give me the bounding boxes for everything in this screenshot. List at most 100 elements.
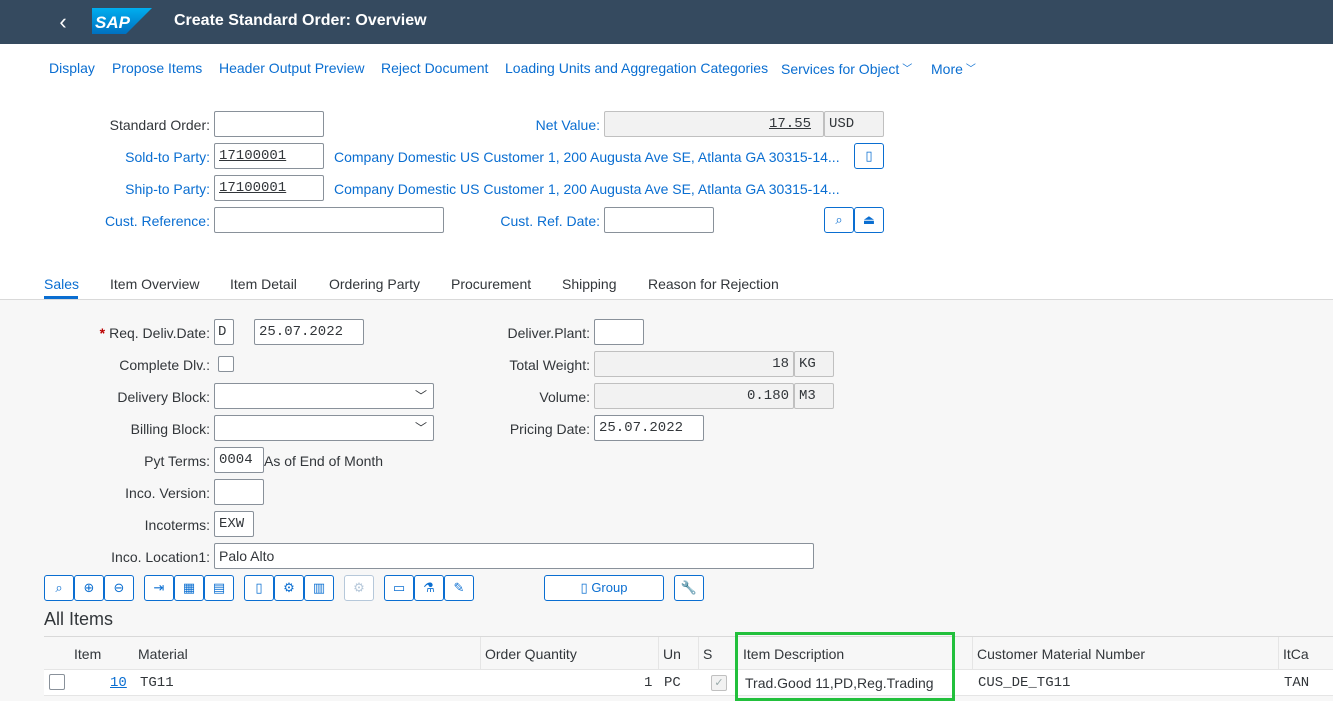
req-deliv-date-field[interactable]: 25.07.2022: [254, 319, 364, 345]
services-for-object-label: Services for Object: [781, 61, 900, 77]
back-button[interactable]: ‹: [48, 8, 78, 36]
item-conditions-button[interactable]: ▯: [244, 575, 274, 601]
quantity-cell[interactable]: 1: [644, 675, 652, 691]
tab-reason-for-rejection[interactable]: Reason for Rejection: [648, 276, 779, 292]
group-icon: ▯: [580, 580, 588, 595]
active-tab-indicator: [44, 296, 78, 299]
item-pricing-button[interactable]: ▥: [304, 575, 334, 601]
tab-bar: Sales Item Overview Item Detail Ordering…: [0, 266, 1333, 300]
column-header-customer-material-number[interactable]: Customer Material Number: [977, 646, 1145, 662]
indent-icon: ⇥: [153, 580, 165, 595]
currency-field: USD: [824, 111, 884, 137]
column-separator: [972, 637, 973, 671]
req-deliv-date-label: * Req. Deliv.Date:: [100, 325, 210, 341]
item-number[interactable]: 10: [110, 675, 127, 691]
sold-to-description: Company Domestic US Customer 1, 200 Augu…: [334, 149, 840, 165]
billing-block-select[interactable]: ﹀: [214, 415, 434, 441]
delete-item-button[interactable]: ⊖: [104, 575, 134, 601]
delivery-block-label: Delivery Block:: [117, 389, 210, 405]
column-header-itca[interactable]: ItCa: [1283, 646, 1309, 662]
item-details-button[interactable]: ⌕: [44, 575, 74, 601]
sold-to-label[interactable]: Sold-to Party:: [125, 149, 210, 165]
page-title: Create Standard Order: Overview: [174, 12, 427, 29]
item-structure-button[interactable]: ⚗: [414, 575, 444, 601]
address-button[interactable]: ▯: [854, 143, 884, 169]
grid-select-icon: ▦: [182, 580, 196, 595]
loading-units-button[interactable]: Loading Units and Aggregation Categories: [505, 60, 768, 76]
chevron-down-icon: ﹀: [902, 64, 913, 75]
row-select-checkbox[interactable]: [49, 674, 65, 690]
services-for-object-menu[interactable]: Services for Object ﹀: [781, 60, 912, 77]
total-weight-field: 18: [594, 351, 794, 377]
sold-to-field[interactable]: 17100001: [214, 143, 324, 169]
pricing-date-field[interactable]: 25.07.2022: [594, 415, 704, 441]
standard-order-field[interactable]: [214, 111, 324, 137]
pyt-terms-label: Pyt Terms:: [144, 453, 210, 469]
more-label: More: [931, 61, 963, 77]
deselect-all-button[interactable]: ▤: [204, 575, 234, 601]
cust-reference-label[interactable]: Cust. Reference:: [105, 213, 210, 229]
total-weight-unit: KG: [794, 351, 834, 377]
column-header-material[interactable]: Material: [138, 646, 188, 662]
settings-icon: ⚙: [283, 580, 295, 595]
cust-reference-field[interactable]: [214, 207, 444, 233]
header-search-button[interactable]: ⌕: [824, 207, 854, 233]
tab-sales[interactable]: Sales: [44, 276, 79, 292]
propose-items-button[interactable]: Propose Items: [112, 60, 202, 76]
material-cell[interactable]: TG11: [140, 675, 174, 691]
table-row[interactable]: 10 TG11 1 PC ✓ Trad.Good 11,PD,Reg.Tradi…: [44, 670, 1333, 696]
item-schedule-button[interactable]: ⚙: [274, 575, 304, 601]
more-menu[interactable]: More ﹀: [931, 60, 976, 77]
incoterms-label: Incoterms:: [144, 517, 210, 533]
cust-ref-date-label[interactable]: Cust. Ref. Date:: [500, 213, 600, 229]
net-value-label[interactable]: Net Value:: [536, 117, 600, 133]
ship-to-label[interactable]: Ship-to Party:: [125, 181, 210, 197]
item-text-button[interactable]: ✎: [444, 575, 474, 601]
req-deliv-type-field[interactable]: D: [214, 319, 234, 345]
group-button[interactable]: ▯ Group: [544, 575, 664, 601]
chevron-down-icon: ﹀: [965, 64, 976, 75]
customer-material-cell[interactable]: CUS_DE_TG11: [978, 675, 1070, 691]
tab-item-detail[interactable]: Item Detail: [230, 276, 297, 292]
status-checkbox: ✓: [711, 675, 727, 691]
tab-shipping[interactable]: Shipping: [562, 276, 617, 292]
required-marker: *: [99, 325, 106, 341]
tab-item-overview[interactable]: Item Overview: [110, 276, 199, 292]
incoterms-field[interactable]: EXW: [214, 511, 254, 537]
add-item-button[interactable]: ⊕: [74, 575, 104, 601]
inco-location-field[interactable]: Palo Alto: [214, 543, 814, 569]
column-separator: [1278, 637, 1279, 671]
unit-cell[interactable]: PC: [664, 675, 681, 691]
inco-location-label: Inco. Location1:: [111, 549, 210, 565]
itca-cell[interactable]: TAN: [1284, 675, 1309, 691]
ship-to-field[interactable]: 17100001: [214, 175, 324, 201]
item-display-button[interactable]: ▭: [384, 575, 414, 601]
column-header-order-quantity[interactable]: Order Quantity: [485, 646, 577, 662]
deliver-plant-field[interactable]: [594, 319, 644, 345]
screen-icon: ▭: [392, 580, 406, 595]
select-all-button[interactable]: ▦: [174, 575, 204, 601]
chevron-down-icon: ﹀: [414, 389, 427, 403]
display-button[interactable]: Display: [49, 60, 95, 76]
tab-ordering-party[interactable]: Ordering Party: [329, 276, 420, 292]
sap-logo: SAP: [92, 8, 152, 34]
column-header-s[interactable]: S: [703, 646, 712, 662]
cust-ref-date-field[interactable]: [604, 207, 714, 233]
header-stamp-button[interactable]: ⏏: [854, 207, 884, 233]
inco-version-field[interactable]: [214, 479, 264, 505]
column-header-unit[interactable]: Un: [663, 646, 681, 662]
search-document-icon: ⌕: [835, 212, 843, 227]
column-header-item[interactable]: Item: [74, 646, 101, 662]
pyt-terms-field[interactable]: 0004: [214, 447, 264, 473]
tab-procurement[interactable]: Procurement: [451, 276, 531, 292]
inco-version-label: Inco. Version:: [125, 485, 210, 501]
document-icon: ▯: [255, 580, 263, 595]
complete-dlv-checkbox[interactable]: [218, 356, 234, 372]
header-output-preview-button[interactable]: Header Output Preview: [219, 60, 365, 76]
add-icon: ⊕: [83, 580, 95, 595]
ship-to-description: Company Domestic US Customer 1, 200 Augu…: [334, 181, 840, 197]
reject-document-button[interactable]: Reject Document: [381, 60, 488, 76]
delivery-block-select[interactable]: ﹀: [214, 383, 434, 409]
indent-button[interactable]: ⇥: [144, 575, 174, 601]
settings-button[interactable]: 🔧: [674, 575, 704, 601]
